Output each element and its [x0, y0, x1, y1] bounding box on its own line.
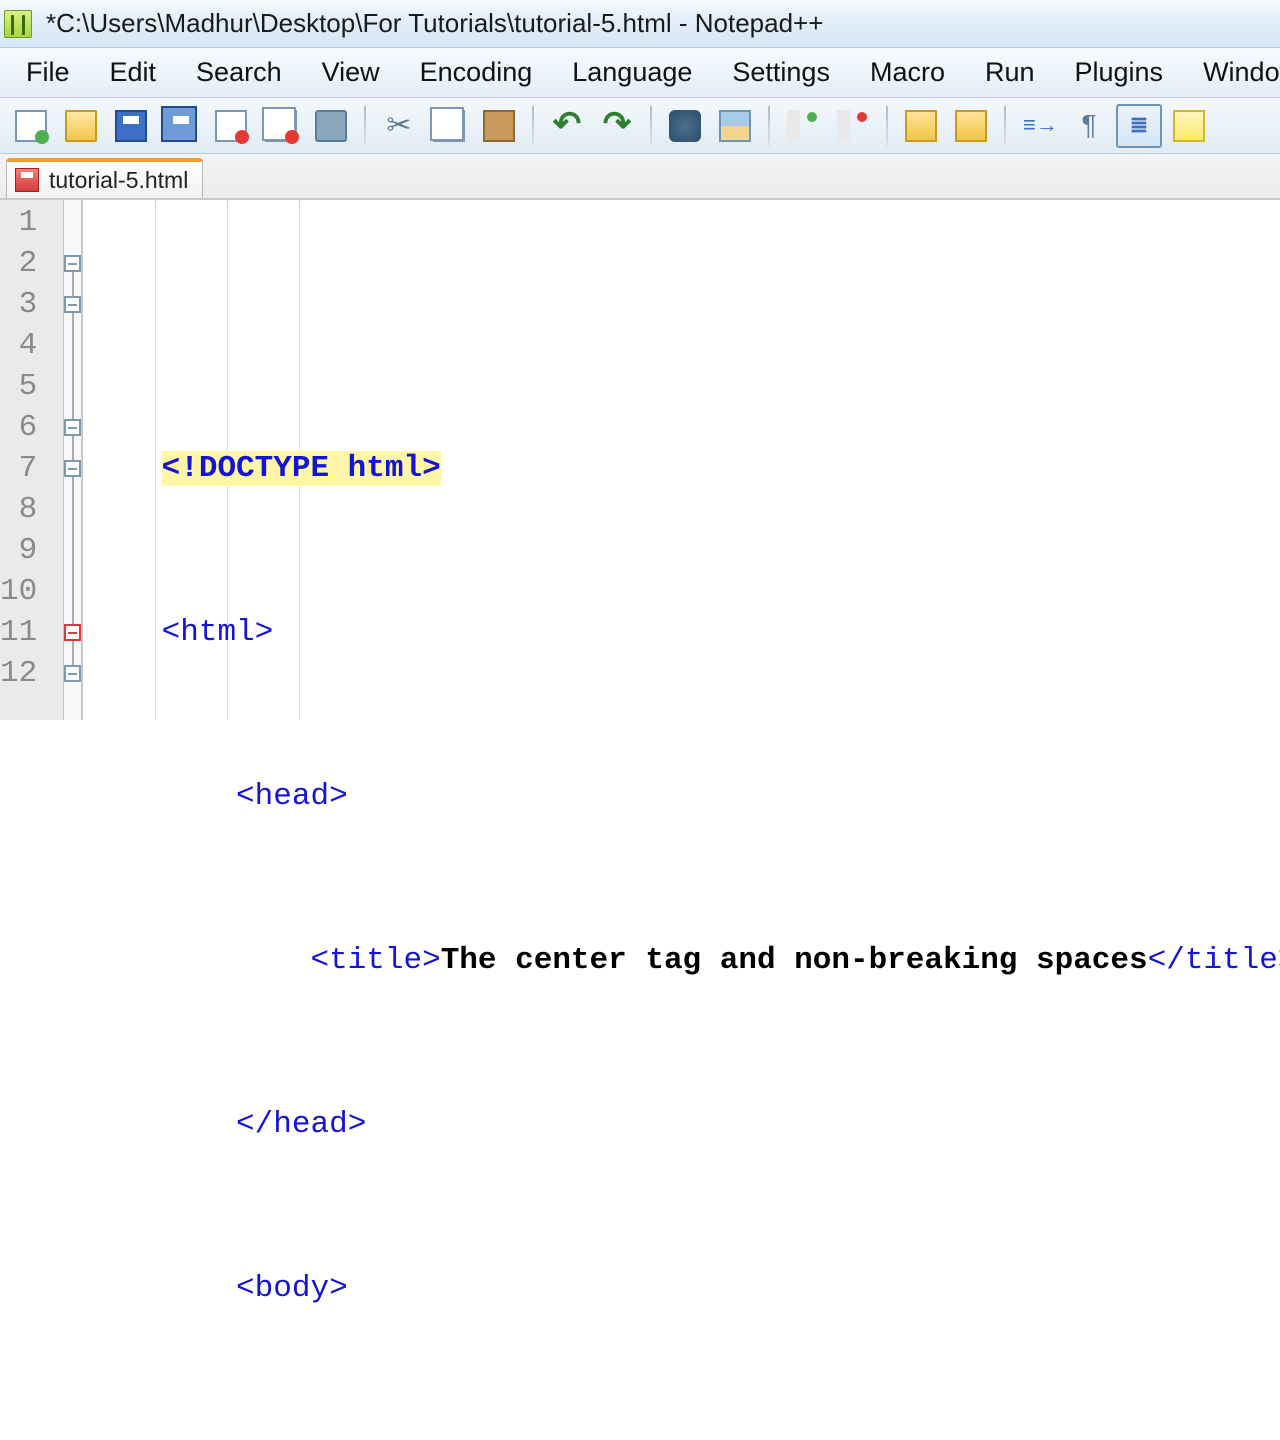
toolbar-separator — [1004, 106, 1006, 146]
app-icon — [4, 10, 32, 38]
code-editor[interactable]: 123456789101112 <!DOCTYPE html> <html> <… — [0, 200, 1280, 720]
unsaved-file-icon — [15, 168, 39, 192]
line-number: 10 — [0, 571, 37, 612]
menu-bar: File Edit Search View Encoding Language … — [0, 48, 1280, 98]
menu-search[interactable]: Search — [176, 53, 302, 92]
toolbar-separator — [650, 106, 652, 146]
cut-icon[interactable]: ✂ — [376, 104, 422, 148]
zoom-in-icon[interactable] — [780, 104, 826, 148]
close-all-icon[interactable] — [258, 104, 304, 148]
save-all-icon[interactable] — [158, 104, 204, 148]
fold-toggle[interactable] — [64, 243, 81, 284]
menu-edit[interactable]: Edit — [90, 53, 177, 92]
copy-icon[interactable] — [426, 104, 472, 148]
tab-bar: tutorial-5.html — [0, 154, 1280, 200]
fold-toggle — [64, 489, 81, 530]
window-title: *C:\Users\Madhur\Desktop\For Tutorials\t… — [46, 8, 823, 39]
line-number: 5 — [0, 366, 37, 407]
undo-icon[interactable]: ↶ — [544, 104, 590, 148]
file-tab[interactable]: tutorial-5.html — [6, 158, 203, 198]
record-macro-icon[interactable] — [898, 104, 944, 148]
line-number: 6 — [0, 407, 37, 448]
indent-guide-icon[interactable]: ≡→ — [1016, 104, 1062, 148]
title-bar: *C:\Users\Madhur\Desktop\For Tutorials\t… — [0, 0, 1280, 48]
doctype: <!DOCTYPE html> — [162, 451, 441, 486]
fold-toggle[interactable] — [64, 612, 81, 653]
line-number: 4 — [0, 325, 37, 366]
toolbar-separator — [768, 106, 770, 146]
fold-toggle — [64, 202, 81, 243]
fold-toggle[interactable] — [64, 653, 81, 694]
tab-label: tutorial-5.html — [49, 167, 188, 194]
fold-toggle[interactable] — [64, 407, 81, 448]
line-number: 9 — [0, 530, 37, 571]
line-number: 7 — [0, 448, 37, 489]
menu-run[interactable]: Run — [965, 53, 1055, 92]
menu-language[interactable]: Language — [552, 53, 712, 92]
menu-macro[interactable]: Macro — [850, 53, 965, 92]
toolbar: ✂ ↶ ↷ ≡→ ¶ ≣ — [0, 98, 1280, 154]
code-area[interactable]: <!DOCTYPE html> <html> <head> <title>The… — [83, 200, 1280, 720]
line-number: 2 — [0, 243, 37, 284]
fold-toggle[interactable] — [64, 448, 81, 489]
show-symbol-icon[interactable]: ¶ — [1066, 104, 1112, 148]
menu-settings[interactable]: Settings — [712, 53, 850, 92]
toolbar-separator — [364, 106, 366, 146]
fold-column[interactable] — [64, 200, 83, 720]
wordwrap-icon[interactable]: ≣ — [1116, 104, 1162, 148]
play-macro-icon[interactable] — [948, 104, 994, 148]
open-file-icon[interactable] — [58, 104, 104, 148]
save-icon[interactable] — [108, 104, 154, 148]
fold-toggle — [64, 366, 81, 407]
fold-toggle[interactable] — [64, 284, 81, 325]
close-file-icon[interactable] — [208, 104, 254, 148]
zoom-out-icon[interactable] — [830, 104, 876, 148]
fold-toggle — [64, 530, 81, 571]
line-number: 8 — [0, 489, 37, 530]
menu-window[interactable]: Window — [1183, 53, 1280, 92]
menu-view[interactable]: View — [302, 53, 400, 92]
replace-icon[interactable] — [712, 104, 758, 148]
paste-icon[interactable] — [476, 104, 522, 148]
redo-icon[interactable]: ↷ — [594, 104, 640, 148]
fold-toggle — [64, 325, 81, 366]
menu-file[interactable]: File — [6, 53, 90, 92]
fold-toggle — [64, 571, 81, 612]
toolbar-separator — [532, 106, 534, 146]
line-number: 1 — [0, 202, 37, 243]
print-icon[interactable] — [308, 104, 354, 148]
new-file-icon[interactable] — [8, 104, 54, 148]
line-number: 12 — [0, 653, 37, 694]
line-number-gutter: 123456789101112 — [0, 200, 64, 720]
toolbar-separator — [886, 106, 888, 146]
doc-map-icon[interactable] — [1166, 104, 1212, 148]
menu-encoding[interactable]: Encoding — [400, 53, 553, 92]
line-number: 3 — [0, 284, 37, 325]
find-icon[interactable] — [662, 104, 708, 148]
line-number: 11 — [0, 612, 37, 653]
menu-plugins[interactable]: Plugins — [1055, 53, 1184, 92]
